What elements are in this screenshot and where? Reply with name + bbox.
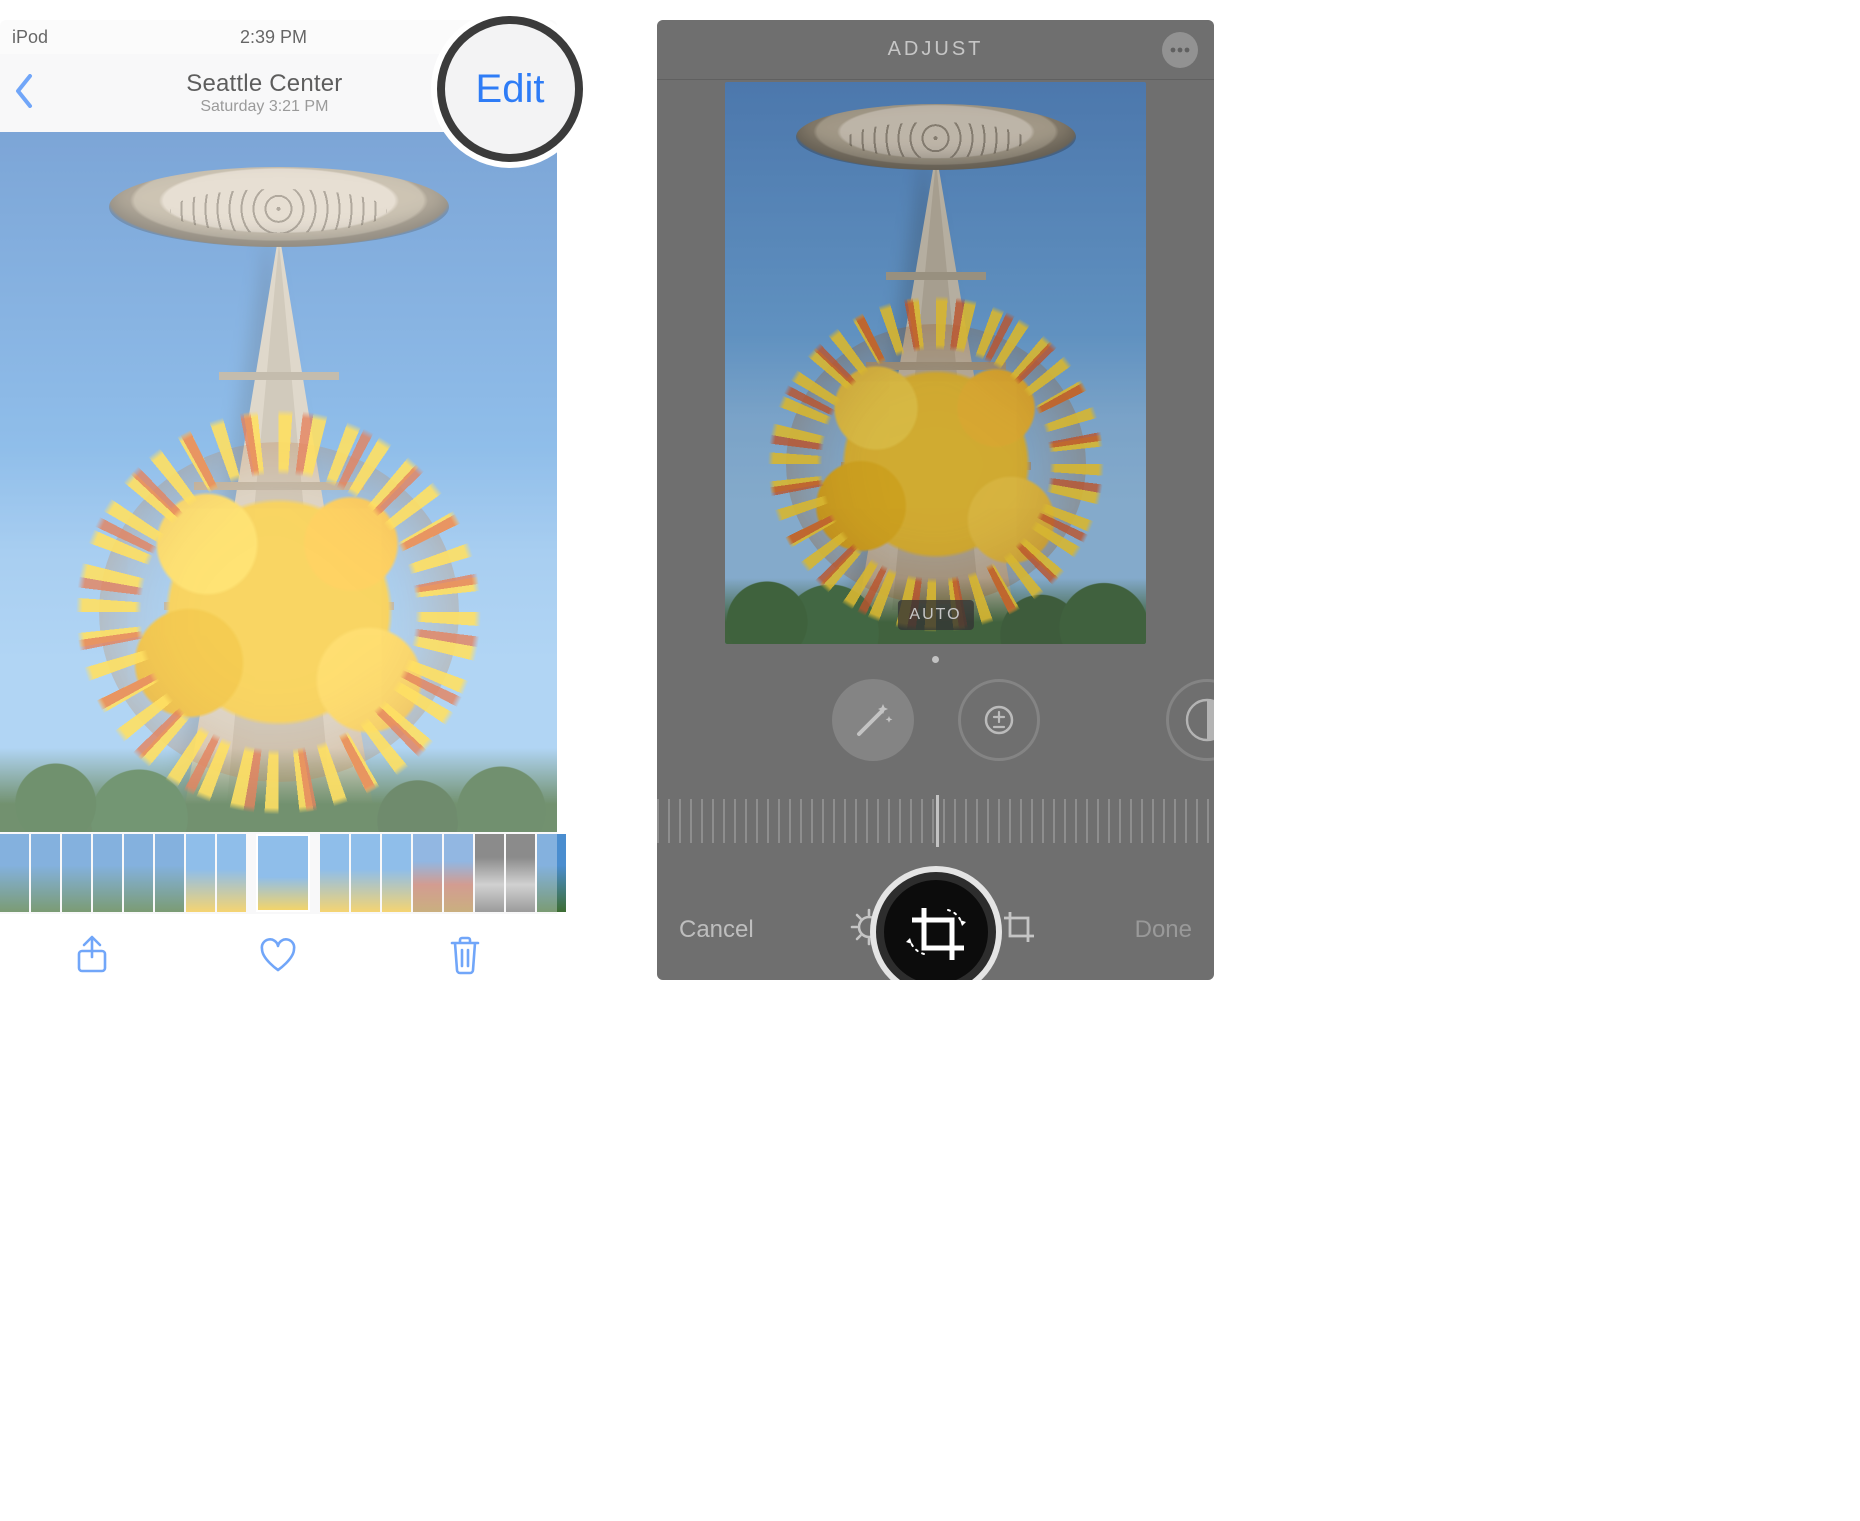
adjust-tools-row	[657, 673, 1214, 767]
page-indicator-dot	[932, 656, 939, 663]
thumbnail[interactable]	[320, 834, 349, 912]
cancel-button[interactable]: Cancel	[679, 916, 754, 944]
thumbnail[interactable]	[186, 834, 215, 912]
thumbnail-selected[interactable]	[256, 834, 310, 912]
edit-photo-container: AUTO	[725, 82, 1146, 667]
clock: 2:39 PM	[240, 27, 307, 48]
thumbnail[interactable]	[62, 834, 91, 912]
thumbnail[interactable]	[93, 834, 122, 912]
edit-screen: ADJUST AUTO	[657, 20, 1214, 980]
adjust-title: ADJUST	[888, 38, 984, 61]
edit-photo[interactable]: AUTO	[725, 82, 1146, 644]
page-title: Seattle Center	[34, 70, 495, 98]
thumbnail[interactable]	[0, 834, 29, 912]
more-button[interactable]	[1162, 32, 1198, 68]
photo[interactable]	[0, 132, 557, 832]
thumbnail[interactable]	[537, 834, 566, 912]
exposure-button[interactable]	[958, 679, 1040, 761]
back-button[interactable]	[14, 74, 34, 113]
edit-callout-label: Edit	[476, 67, 545, 112]
thumbnail[interactable]	[382, 834, 411, 912]
adjust-header: ADJUST	[657, 20, 1214, 80]
thumbnail[interactable]	[413, 834, 442, 912]
thumbnail[interactable]	[155, 834, 184, 912]
favorite-button[interactable]	[258, 937, 298, 978]
thumbnail-strip[interactable]	[0, 832, 557, 914]
share-button[interactable]	[75, 935, 109, 980]
thumbnail-gap	[312, 834, 318, 912]
bottom-toolbar	[0, 914, 557, 1000]
thumbnail[interactable]	[351, 834, 380, 912]
done-button[interactable]: Done	[1135, 916, 1192, 944]
thumbnail[interactable]	[31, 834, 60, 912]
brilliance-button[interactable]	[1166, 679, 1214, 761]
thumbnail[interactable]	[506, 834, 535, 912]
crop-callout-circle	[876, 872, 996, 980]
device-label: iPod	[12, 27, 48, 48]
thumbnail[interactable]	[475, 834, 504, 912]
adjust-slider[interactable]	[657, 799, 1214, 843]
auto-badge: AUTO	[897, 600, 973, 630]
thumbnail-gap	[248, 834, 254, 912]
thumbnail[interactable]	[217, 834, 246, 912]
edit-callout-circle: Edit	[437, 16, 583, 162]
crop-tab[interactable]	[1000, 908, 1038, 953]
photo-view-screen: iPod 2:39 PM Seattle Center Saturday 3:2…	[0, 20, 557, 1000]
thumbnail[interactable]	[444, 834, 473, 912]
auto-enhance-button[interactable]	[832, 679, 914, 761]
delete-button[interactable]	[448, 935, 482, 980]
page-subtitle: Saturday 3:21 PM	[34, 98, 495, 116]
thumbnail[interactable]	[124, 834, 153, 912]
